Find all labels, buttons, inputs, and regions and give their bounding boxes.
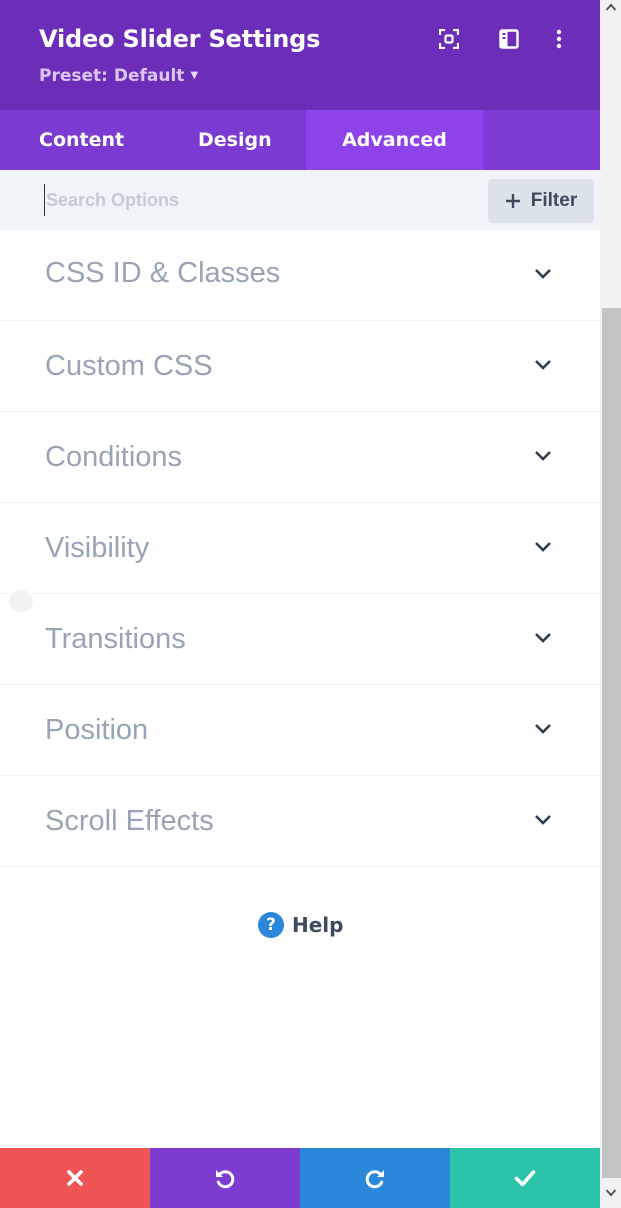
preset-label: Preset: Default <box>39 66 185 86</box>
scrollbar-thumb[interactable] <box>602 308 621 1178</box>
help-label: Help <box>292 913 344 937</box>
discard-button[interactable] <box>0 1148 150 1208</box>
chevron-down-icon <box>535 360 551 370</box>
section-css-id-classes[interactable]: CSS ID & Classes <box>0 230 600 321</box>
scrollbar[interactable] <box>600 0 621 1208</box>
action-footer <box>0 1148 600 1208</box>
scroll-up-arrow-icon[interactable] <box>605 2 617 12</box>
section-label: Visibility <box>45 531 150 564</box>
collapse-handle-icon[interactable] <box>9 590 33 612</box>
tab-bar-filler <box>483 110 600 170</box>
chevron-down-icon <box>535 815 551 825</box>
undo-icon <box>216 1170 235 1189</box>
section-scroll-effects[interactable]: Scroll Effects <box>0 776 600 867</box>
section-label: CSS ID & Classes <box>45 256 281 289</box>
settings-panel: Video Slider Settings Preset: Default ▼ <box>0 0 600 1208</box>
section-position[interactable]: Position <box>0 685 600 776</box>
chevron-down-icon <box>535 542 551 552</box>
section-label: Transitions <box>45 622 186 655</box>
filter-button[interactable]: Filter <box>488 179 594 223</box>
panel-header: Video Slider Settings Preset: Default ▼ <box>0 0 600 110</box>
check-icon <box>514 1170 536 1187</box>
more-options-icon[interactable] <box>544 24 574 54</box>
section-label: Custom CSS <box>45 349 213 382</box>
help-link[interactable]: ? Help <box>258 912 343 938</box>
chevron-down-icon <box>535 451 551 461</box>
filter-label: Filter <box>530 190 578 211</box>
chevron-down-icon <box>535 633 551 643</box>
plus-icon <box>505 194 520 208</box>
redo-button[interactable] <box>300 1148 450 1208</box>
tab-design[interactable]: Design <box>198 110 298 170</box>
chevron-down-icon <box>535 724 551 734</box>
question-icon: ? <box>258 912 284 938</box>
section-transitions[interactable]: Transitions <box>0 594 600 685</box>
undo-button[interactable] <box>150 1148 300 1208</box>
section-conditions[interactable]: Conditions <box>0 412 600 503</box>
section-visibility[interactable]: Visibility <box>0 503 600 594</box>
screenshot-mode-icon[interactable] <box>434 24 464 54</box>
options-accordion: CSS ID & Classes Custom CSS Conditions V… <box>0 230 600 867</box>
section-label: Scroll Effects <box>45 804 214 837</box>
section-custom-css[interactable]: Custom CSS <box>0 321 600 412</box>
tab-bar: Content Design Advanced <box>0 110 600 170</box>
save-button[interactable] <box>450 1148 600 1208</box>
redo-icon <box>365 1170 384 1189</box>
section-label: Conditions <box>45 440 183 473</box>
scroll-down-arrow-icon[interactable] <box>605 1188 617 1198</box>
preset-selector[interactable]: Preset: Default ▼ <box>39 64 198 88</box>
sidebar-layout-icon[interactable] <box>494 24 524 54</box>
tab-content[interactable]: Content <box>39 110 169 170</box>
panel-title: Video Slider Settings <box>39 25 321 53</box>
close-icon <box>67 1170 83 1186</box>
caret-down-icon: ▼ <box>190 70 199 81</box>
search-input[interactable] <box>44 184 464 216</box>
chevron-down-icon <box>535 269 551 279</box>
tab-advanced[interactable]: Advanced <box>306 110 483 170</box>
section-label: Position <box>45 713 149 746</box>
